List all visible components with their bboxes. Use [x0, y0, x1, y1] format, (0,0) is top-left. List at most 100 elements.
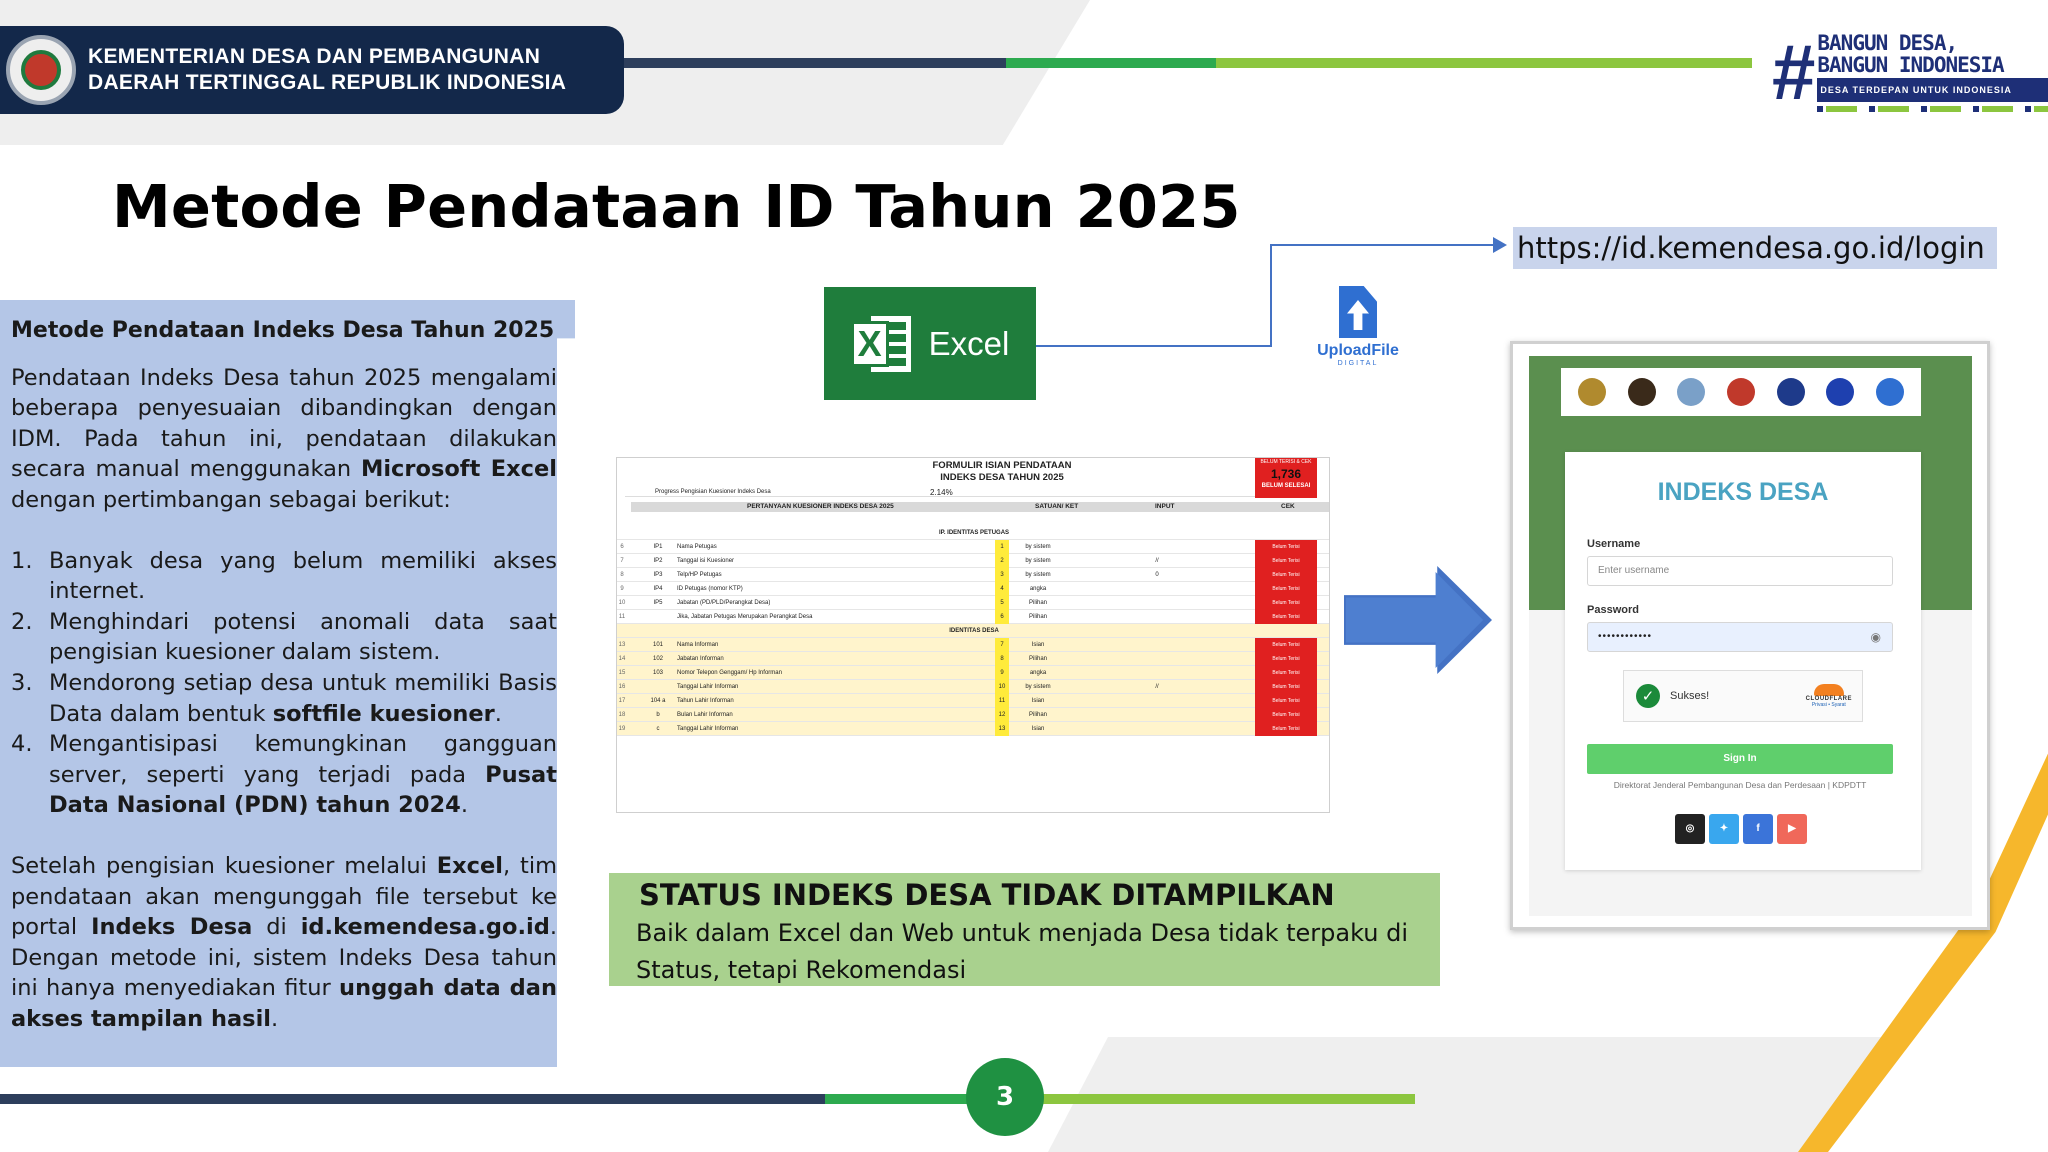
input-cell[interactable]: //: [1067, 554, 1247, 568]
upload-file-icon: [1335, 282, 1381, 340]
question-number: 8: [995, 652, 1009, 666]
table-row: 15 103 Nomor Telepon Genggam/ Hp Informan 9…: [617, 666, 1329, 680]
ministry-name-line2: DAERAH TERTINGGAL REPUBLIK INDONESIA: [88, 71, 567, 94]
table-row: 14 102 Jabatan Informan 8 Pilihan Belum Teris…: [617, 652, 1329, 666]
question-code: IP3: [653, 572, 663, 578]
question-label: ID Petugas (nomor KTP): [677, 586, 743, 592]
sheet-header-row: PERTANYAAN KUESIONER INDEKS DESA 2025 SA…: [631, 502, 1329, 512]
unit-cell: by sistem: [1025, 684, 1051, 690]
question-number: 5: [995, 596, 1009, 610]
unit-cell: by sistem: [1025, 544, 1051, 550]
question-code: b: [656, 712, 660, 718]
check-status: Belum Terisi: [1255, 666, 1317, 680]
question-label: Bulan Lahir Informan: [677, 712, 733, 718]
table-row: 6 IP1 Nama Petugas 1 by sistem Belum Terisi: [617, 540, 1329, 554]
status-title: STATUS INDEKS DESA TIDAK DITAMPILKAN: [639, 878, 1335, 912]
excel-badge: X Excel: [824, 287, 1036, 400]
sign-in-button[interactable]: Sign In: [1587, 744, 1893, 774]
header-stripe-lightgreen: [1216, 58, 1756, 68]
login-card: INDEKS DESA Username Enter username Pass…: [1565, 452, 1921, 870]
column-header: INPUT: [1155, 503, 1175, 510]
excel-form-screenshot: FORMULIR ISIAN PENDATAAN INDEKS DESA TAH…: [616, 457, 1330, 813]
question-label: Jika, Jabatan Petugas Merupakan Perangka…: [677, 614, 813, 620]
ministry-name-line1: KEMENTERIAN DESA DAN PEMBANGUNAN: [88, 45, 541, 68]
unit-cell: Isian: [1031, 698, 1045, 704]
column-header: PERTANYAAN KUESIONER INDEKS DESA 2025: [747, 503, 894, 510]
section-row: IDENTITAS DESA: [617, 624, 1329, 638]
connector-line: [1270, 244, 1502, 246]
question-label: Tanggal Lahir Informan: [677, 684, 739, 690]
table-row: 9 IP4 ID Petugas (nomor KTP) 4 angka Belum Te…: [617, 582, 1329, 596]
page-number: 3: [966, 1058, 1044, 1136]
footer-stripe-lightgreen: [1035, 1094, 1415, 1104]
unit-cell: Pilihan: [1028, 712, 1047, 718]
closing-bold: Excel: [436, 852, 503, 879]
table-row: 18 b Bulan Lahir Informan 12 Pilihan Belum Te…: [617, 708, 1329, 722]
question-number: 1: [995, 540, 1009, 554]
social-links: ◎ ✦ f ▶: [1675, 814, 1807, 844]
unit-cell: by sistem: [1025, 558, 1051, 564]
brand-tagline: DESA TERDEPAN UNTUK INDONESIA: [1817, 78, 2048, 102]
question-label: Tanggal Lahir Informan: [677, 726, 739, 732]
unit-cell: Isian: [1031, 642, 1045, 648]
unit-cell: angka: [1029, 670, 1047, 676]
question-code: IP1: [653, 544, 663, 550]
question-number: 12: [995, 708, 1009, 722]
table-row: 11 Jika, Jabatan Petugas Merupakan Perang…: [617, 610, 1329, 624]
check-status: Belum Terisi: [1255, 694, 1317, 708]
captcha-widget[interactable]: ✓ Sukses! CLOUDFLARE Privasi • Syarat: [1623, 670, 1863, 722]
table-row: 17 104 a Tahun Lahir Informan 11 Isian Belum …: [617, 694, 1329, 708]
ministry-name: KEMENTERIAN DESA DAN PEMBANGUNAN DAERAH …: [88, 44, 566, 96]
agency-logo-icon: [1627, 378, 1656, 406]
list-item: 2. Menghindari potensi anomali data saat …: [11, 607, 557, 668]
intro-text-end: dengan pertimbangan sebagai berikut:: [11, 486, 451, 513]
list-text: Menghindari potensi anomali data saat pe…: [49, 608, 557, 666]
youtube-icon[interactable]: ▶: [1777, 814, 1807, 844]
check-status: Belum Terisi: [1255, 540, 1317, 554]
list-number: 4.: [11, 731, 33, 758]
list-number: 3.: [11, 669, 33, 696]
table-row: 7 IP2 Tanggal isi Kuesioner 2 by sistem // Bel…: [617, 554, 1329, 568]
check-status: Belum Terisi: [1255, 568, 1317, 582]
question-code: 101: [652, 642, 663, 648]
left-panel: Metode Pendataan Indeks Desa Tahun 2025 …: [11, 316, 557, 1064]
list-item: 3. Mendorong setiap desa untuk memiliki B…: [11, 668, 557, 729]
check-status: Belum Terisi: [1255, 652, 1317, 666]
brand-words: BANGUN DESA, BANGUN INDONESIA DESA TERDE…: [1817, 32, 2048, 112]
username-field[interactable]: Enter username: [1587, 556, 1893, 586]
table-row: 8 IP3 Telp/HP Petugas 3 by sistem 0 Belum Teri…: [617, 568, 1329, 582]
intro-bold: Microsoft Excel: [360, 456, 557, 483]
question-code: IP4: [653, 586, 663, 592]
password-field[interactable]: •••••••••••• ◉: [1587, 622, 1893, 652]
cloud-icon: [1813, 684, 1844, 696]
question-label: Tahun Lahir Informan: [677, 698, 734, 704]
kemendesa-logo-icon: [1726, 378, 1755, 406]
cloudflare-links[interactable]: Privasi • Syarat: [1806, 702, 1852, 708]
input-cell[interactable]: 0: [1067, 568, 1247, 582]
counter-status: BELUM SELESAI: [1261, 483, 1311, 489]
connector-arrowhead: [1493, 237, 1507, 253]
twitter-icon[interactable]: ✦: [1709, 814, 1739, 844]
password-value: ••••••••••••: [1598, 631, 1653, 642]
row-number: 17: [618, 698, 626, 704]
bulog-logo-icon: [1677, 378, 1706, 406]
row-number: 19: [618, 726, 626, 732]
login-brand: INDEKS DESA: [1657, 478, 1829, 506]
excel-icon: X: [850, 313, 913, 375]
brand-social-strip: [1817, 106, 2048, 112]
remaining-counter: BELUM TERISI & CEK 1,736 BELUM SELESAI: [1255, 458, 1317, 498]
facebook-icon[interactable]: f: [1743, 814, 1773, 844]
list-text: Mendorong setiap desa untuk memiliki Bas…: [49, 668, 557, 729]
input-cell[interactable]: //: [1067, 680, 1247, 694]
login-page-screenshot: INDEKS DESA Username Enter username Pass…: [1510, 341, 1990, 930]
closing-text: .: [271, 1005, 279, 1032]
instagram-icon[interactable]: ◎: [1675, 814, 1705, 844]
eye-icon[interactable]: ◉: [1871, 623, 1882, 651]
question-code: 103: [652, 670, 663, 676]
row-number: 7: [620, 558, 624, 564]
excel-label: Excel: [928, 324, 1010, 362]
closing-text: di: [252, 914, 301, 941]
partner-logos: [1561, 368, 1921, 416]
login-url[interactable]: https://id.kemendesa.go.id/login: [1513, 227, 1997, 269]
table-row: 16 Tanggal Lahir Informan 10 by sistem // Bel…: [617, 680, 1329, 694]
